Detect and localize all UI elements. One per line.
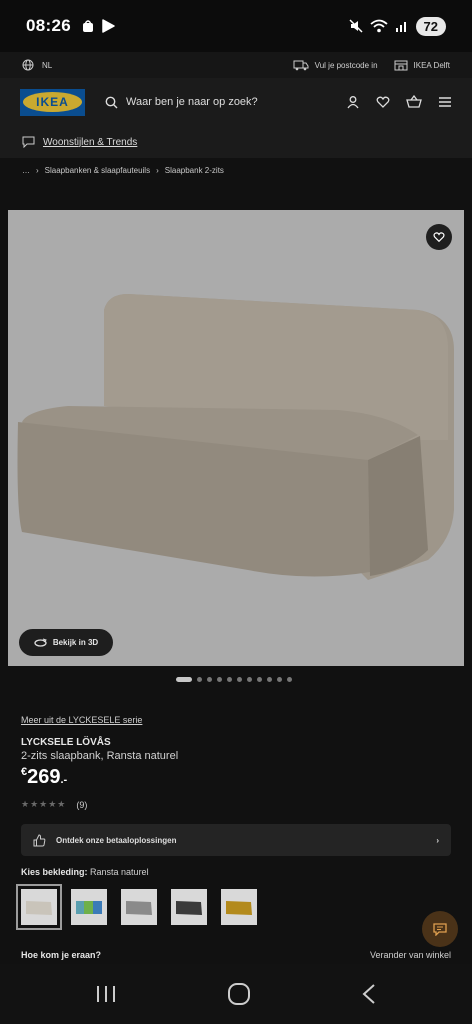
globe-icon [22,59,34,71]
heart-icon [433,232,445,243]
carousel-dot[interactable] [237,677,242,682]
chat-button[interactable] [422,911,458,947]
product-description: 2-zits slaapbank, Ransta naturel [21,750,179,762]
chat-bubble-icon [22,136,35,148]
store-label: IKEA Delft [413,60,450,70]
recent-apps-icon[interactable] [95,984,117,1004]
signal-icon [395,22,406,32]
language-label: NL [42,60,53,70]
breadcrumb-separator: › [36,166,39,175]
carousel-dot[interactable] [247,677,252,682]
battery-indicator: 72 [415,16,446,36]
swatch-ransta-naturel[interactable] [16,884,62,930]
home-icon[interactable] [227,982,251,1006]
product-price: €269.- [21,766,67,789]
rating[interactable]: ★★★★★ (9) [21,799,87,810]
store-icon [394,60,408,71]
product-image[interactable]: Bekijk in 3D [8,210,464,666]
price-decimals: .- [60,774,68,786]
carousel-dot[interactable] [207,677,212,682]
breadcrumb-ellipsis[interactable]: … [22,166,30,175]
wifi-icon [369,19,388,33]
status-time: 08:26 [26,16,71,35]
play-icon [102,19,115,33]
language-selector[interactable]: NL [22,59,52,71]
delivery-question: Hoe kom je eraan? [21,950,102,960]
store-link[interactable]: IKEA Delft [394,59,450,71]
carousel-dot[interactable] [287,677,292,682]
menu-icon[interactable] [438,96,452,108]
bag-icon [82,20,93,32]
thumbs-up-icon [33,833,46,846]
price-amount: 269 [27,766,61,788]
system-nav-bar [0,964,472,1024]
basket-icon[interactable] [406,95,422,109]
postcode-link[interactable]: Vul je postcode in [293,59,378,71]
payment-options-banner[interactable]: Ontdek onze betaaloplossingen › [21,824,451,856]
cover-label: Kies bekleding: [21,867,88,877]
carousel-dot[interactable] [197,677,202,682]
swatch-grey[interactable] [121,889,157,925]
swatch-yellow[interactable] [221,889,257,925]
status-notification-icons [81,19,115,33]
cover-selector-label: Kies bekleding: Ransta naturel [21,867,149,877]
utility-bar: NL Vul je postcode in IKEA Delft [0,52,472,78]
review-count: (9) [76,799,88,810]
change-store-link[interactable]: Verander van winkel [370,950,451,960]
series-link[interactable]: Meer uit de LYCKESELE serie [21,715,142,725]
breadcrumb: … › Slaapbanken & slaapfauteuils › Slaap… [22,166,224,175]
user-icon[interactable] [346,95,360,109]
rating-stars: ★★★★★ [21,799,67,809]
rotate-3d-icon [34,638,47,647]
view-3d-label: Bekijk in 3D [52,638,99,647]
carousel-dots[interactable] [176,677,292,682]
trends-label: Woonstijlen & Trends [43,136,138,148]
swatch-sofa [26,901,52,915]
product-name: LYCKSELE LÖVÅS [21,737,111,748]
carousel-dot[interactable] [227,677,232,682]
delivery-row: Hoe kom je eraan? Verander van winkel [21,950,451,960]
view-3d-button[interactable]: Bekijk in 3D [19,629,113,656]
breadcrumb-item-sofabeds[interactable]: Slaapbanken & slaapfauteuils [45,166,150,175]
truck-icon [293,60,309,71]
carousel-dot[interactable] [176,677,192,682]
back-icon[interactable] [361,983,377,1005]
heart-icon[interactable] [376,95,390,109]
logo-text: IKEA [36,95,69,109]
cover-swatches [16,884,257,930]
favorite-button[interactable] [426,224,452,250]
carousel-dot[interactable] [277,677,282,682]
payment-label: Ontdek onze betaaloplossingen [56,835,177,845]
search-placeholder: Waar ben je naar op zoek? [126,96,258,108]
carousel-dot[interactable] [217,677,222,682]
swatch-multicolor[interactable] [71,889,107,925]
postcode-label: Vul je postcode in [314,60,378,70]
search-icon [105,96,118,108]
breadcrumb-separator: › [156,166,159,175]
carousel-dot[interactable] [257,677,262,682]
chevron-right-icon: › [436,835,439,845]
trends-link[interactable]: Woonstijlen & Trends [0,126,472,158]
breadcrumb-item-2-seat[interactable]: Slaapbank 2-zits [165,166,224,175]
mute-icon [349,19,363,33]
swatch-black[interactable] [171,889,207,925]
status-bar: 08:26 72 [0,0,472,52]
carousel-dot[interactable] [267,677,272,682]
sofa-bed-image [17,294,454,580]
site-header: IKEA Waar ben je naar op zoek? [0,78,472,126]
ikea-logo[interactable]: IKEA [20,88,85,116]
search-input[interactable]: Waar ben je naar op zoek? [105,96,310,109]
cover-selected: Ransta naturel [90,867,149,877]
chat-icon [433,922,447,936]
